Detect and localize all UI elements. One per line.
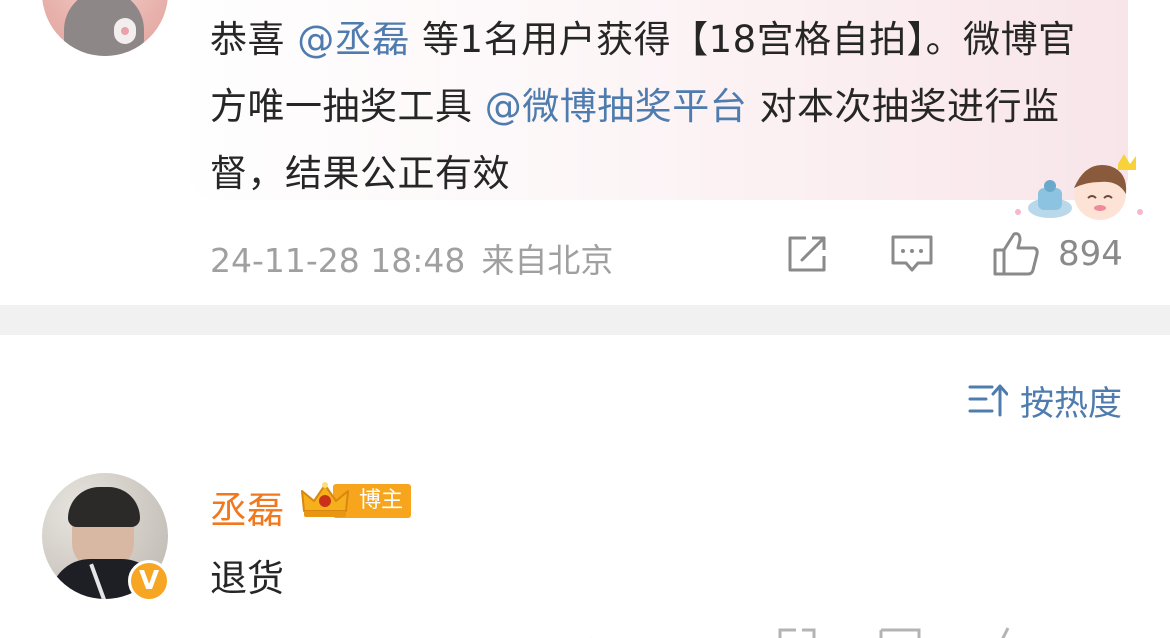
sort-by-hot-button[interactable]: 按热度	[968, 378, 1122, 424]
comment-icon[interactable]	[890, 234, 934, 274]
comment-reply-icon[interactable]	[878, 626, 922, 638]
like-icon[interactable]	[992, 230, 1040, 276]
post-source: 来自北京	[481, 241, 614, 280]
like-count: 894	[1058, 234, 1123, 274]
post-meta: 24-11-28 18:48 来自北京	[210, 234, 613, 282]
avatar-hair	[68, 487, 140, 527]
sort-icon	[968, 384, 1008, 417]
comment-like-icon[interactable]	[986, 626, 1030, 638]
comment-meta-partial: 24-11-28 18:52 来自北京	[210, 628, 608, 638]
crown-icon	[301, 482, 349, 517]
comment-username[interactable]: 丞磊	[210, 480, 284, 534]
avatar-cat-paw	[114, 18, 136, 44]
post-date: 24-11-28 18:48	[210, 241, 466, 280]
verified-badge-icon: V	[128, 560, 170, 602]
sort-label: 按热度	[1020, 383, 1122, 424]
post-text-congrats: 恭喜	[210, 18, 285, 61]
post-avatar[interactable]	[42, 0, 168, 56]
post-text: 恭喜 @丞磊 等1名用户获得【18宫格自拍】。微博官方唯一抽奖工具 @微博抽奖平…	[210, 6, 1110, 207]
mention-link-lottery-platform[interactable]: @微博抽奖平台	[485, 85, 748, 128]
mention-link-user[interactable]: @丞磊	[297, 18, 410, 61]
weibo-comment-screen: 恭喜 @丞磊 等1名用户获得【18宫格自拍】。微博官方唯一抽奖工具 @微博抽奖平…	[0, 0, 1170, 638]
section-divider	[0, 305, 1170, 335]
share-icon[interactable]	[786, 234, 830, 274]
comment-share-icon[interactable]	[776, 626, 820, 638]
comment-text: 退货	[210, 557, 284, 600]
